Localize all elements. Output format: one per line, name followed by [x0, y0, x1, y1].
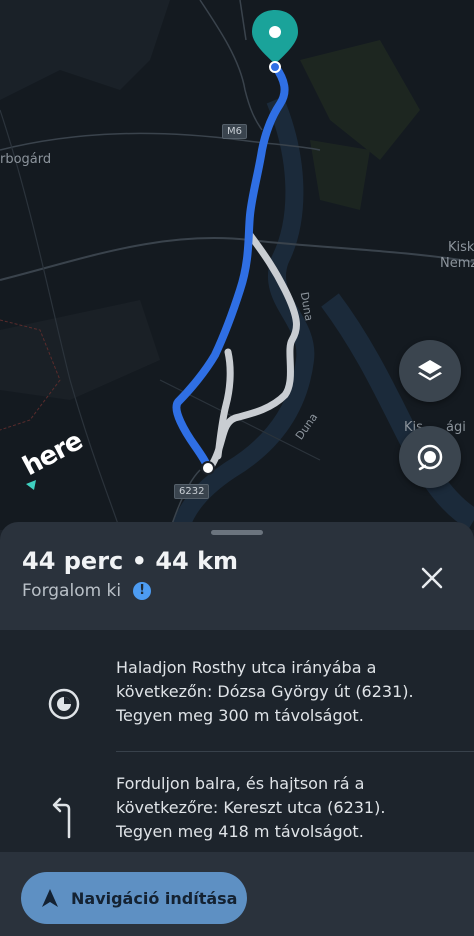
layers-button[interactable]: [399, 340, 461, 402]
maneuver-item[interactable]: Haladjon Rosthy utca irányába a következ…: [0, 630, 474, 752]
close-button[interactable]: [412, 558, 452, 598]
map-view[interactable]: rbogárd Kisk Nemz Kis ági Duna Duna M6 6…: [0, 0, 474, 530]
here-logo: here: [18, 426, 87, 492]
traffic-status: Forgalom ki !: [22, 581, 152, 601]
start-navigation-label: Navigáció indítása: [71, 888, 238, 908]
river: [321, 293, 474, 530]
layers-icon: [418, 360, 442, 381]
road: [0, 237, 474, 281]
route-start-marker[interactable]: [201, 461, 215, 475]
terrain-area: [0, 300, 160, 400]
terrain-area: [0, 0, 170, 100]
road: [0, 132, 321, 151]
place-label: Nemz: [440, 256, 474, 271]
route-details-sheet[interactable]: 44 perc • 44 km Forgalom ki ! Haladjon R…: [0, 522, 474, 936]
road: [239, 0, 247, 41]
recenter-icon: [417, 444, 443, 471]
start-position-icon: [42, 682, 86, 726]
destination-pin-icon[interactable]: [252, 10, 298, 73]
info-icon[interactable]: !: [133, 582, 152, 600]
place-label: Kisk: [448, 240, 474, 255]
turn-left-icon: [42, 795, 86, 839]
road-shield-m6: M6: [222, 124, 247, 139]
recenter-button[interactable]: [399, 426, 461, 488]
navigation-arrow-icon: [42, 889, 58, 907]
route-summary: 44 perc • 44 km: [22, 547, 239, 575]
close-icon: [421, 567, 443, 589]
place-label: rbogárd: [0, 152, 52, 167]
road: [199, 0, 263, 131]
road-shield-6232: 6232: [174, 484, 210, 499]
traffic-label: Forgalom ki: [22, 581, 122, 601]
sheet-drag-handle[interactable]: [211, 530, 263, 535]
bottom-action-bar: Navigáció indítása: [0, 852, 474, 936]
start-navigation-button[interactable]: Navigáció indítása: [21, 872, 247, 924]
maneuver-instruction: Haladjon Rosthy utca irányába a következ…: [116, 658, 414, 725]
maneuver-item[interactable]: Forduljon balra, és hajtson rá a követke…: [0, 752, 474, 852]
maneuver-instruction: Forduljon balra, és hajtson rá a követke…: [116, 774, 386, 841]
maneuver-list[interactable]: Haladjon Rosthy utca irányába a következ…: [0, 630, 474, 852]
river: [171, 96, 315, 530]
